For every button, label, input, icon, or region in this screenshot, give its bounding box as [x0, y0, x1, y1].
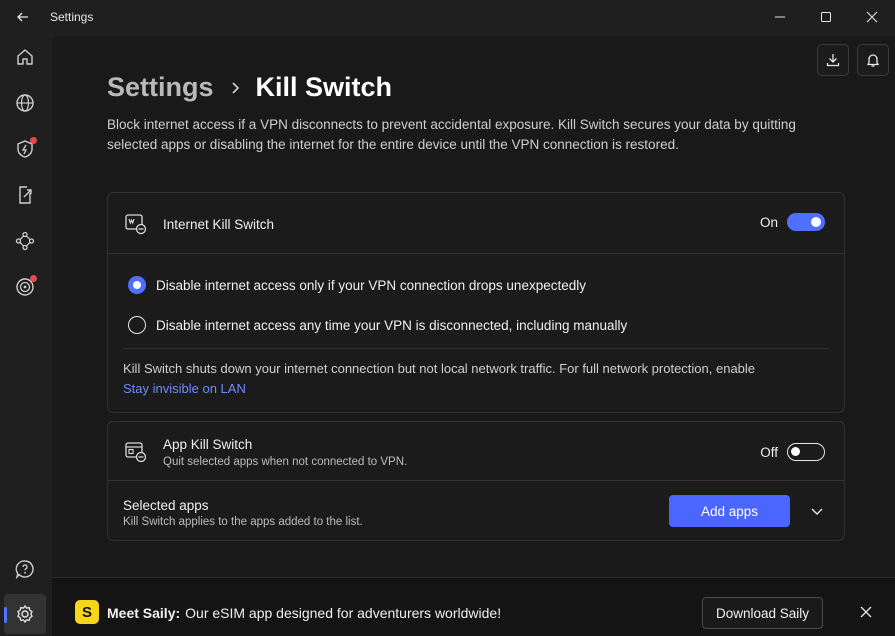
selected-apps-subtitle: Kill Switch applies to the apps added to… [123, 516, 363, 528]
help-icon [15, 560, 34, 579]
breadcrumb: Settings Kill Switch [107, 72, 392, 103]
internet-kill-switch-toggle[interactable] [787, 213, 825, 231]
sidebar [0, 33, 50, 636]
promo-text: Meet Saily: Our eSIM app designed for adv… [107, 605, 501, 621]
option-any-time[interactable]: Disable internet access any time your VP… [128, 316, 627, 334]
download-saily-button[interactable]: Download Saily [702, 597, 823, 629]
globe-block-icon [125, 214, 147, 235]
expand-button[interactable] [808, 502, 826, 520]
close-promo-button[interactable] [856, 602, 876, 622]
promo-banner: S Meet Saily: Our eSIM app designed for a… [52, 577, 895, 636]
back-button[interactable] [0, 0, 46, 33]
app-kill-switch-card: App Kill Switch Quit selected apps when … [107, 421, 845, 541]
internet-kill-switch-state: On [759, 214, 778, 230]
divider [108, 253, 844, 254]
option-unexpected-drop-label: Disable internet access only if your VPN… [156, 277, 586, 293]
saily-logo: S [75, 600, 99, 624]
sidebar-item-file-share[interactable] [4, 175, 46, 215]
alert-dot [30, 137, 37, 144]
radio-unchecked[interactable] [128, 316, 146, 334]
kill-switch-note: Kill Switch shuts down your internet con… [123, 359, 828, 399]
main-panel: Settings Kill Switch Block internet acce… [52, 36, 895, 636]
app-kill-switch-state: Off [760, 444, 778, 460]
divider [108, 480, 844, 481]
sidebar-item-settings[interactable] [4, 594, 46, 634]
page-description: Block internet access if a VPN disconnec… [107, 117, 796, 152]
sidebar-item-dark-web-monitor[interactable] [4, 267, 46, 307]
sidebar-item-meshnet[interactable] [4, 221, 46, 261]
divider [123, 348, 829, 349]
kill-switch-note-text: Kill Switch shuts down your internet con… [123, 361, 756, 376]
option-unexpected-drop[interactable]: Disable internet access only if your VPN… [128, 276, 586, 294]
download-button[interactable] [817, 44, 849, 76]
internet-kill-switch-title: Internet Kill Switch [163, 217, 275, 232]
share-file-icon [19, 186, 32, 204]
add-apps-button[interactable]: Add apps [669, 495, 790, 527]
meshnet-icon [15, 231, 35, 251]
internet-kill-switch-card: Internet Kill Switch On Disable internet… [107, 192, 845, 413]
arrow-left-icon [17, 12, 28, 21]
selected-apps-title: Selected apps [123, 498, 209, 513]
title-bar: Settings [0, 0, 895, 33]
option-any-time-label: Disable internet access any time your VP… [156, 317, 628, 333]
chevron-down-icon [811, 508, 823, 515]
close-icon [860, 606, 872, 618]
home-icon [17, 49, 33, 65]
sidebar-item-threat-protection[interactable] [4, 129, 46, 169]
notifications-button[interactable] [857, 44, 889, 76]
bell-icon [867, 54, 879, 67]
app-kill-switch-subtitle: Quit selected apps when not connected to… [163, 456, 408, 468]
promo-message: Our eSIM app designed for adventurers wo… [185, 605, 502, 621]
close-window-button[interactable] [849, 0, 895, 33]
sidebar-item-servers[interactable] [4, 83, 46, 123]
page-title: Kill Switch [255, 72, 393, 102]
chevron-right-icon [230, 81, 240, 95]
download-icon [826, 54, 840, 67]
stay-invisible-link[interactable]: Stay invisible on LAN [123, 381, 246, 396]
minimize-icon [775, 16, 785, 17]
internet-kill-switch-row: Internet Kill Switch On [108, 193, 844, 253]
sidebar-item-home[interactable] [4, 37, 46, 77]
globe-icon [16, 94, 34, 112]
breadcrumb-parent[interactable]: Settings [107, 72, 214, 103]
radio-checked[interactable] [128, 276, 146, 294]
app-kill-switch-title: App Kill Switch [163, 437, 253, 452]
promo-title: Meet Saily: [107, 605, 181, 621]
app-kill-switch-toggle[interactable] [787, 443, 825, 461]
app-kill-switch-row: App Kill Switch Quit selected apps when … [108, 422, 844, 480]
maximize-icon [821, 11, 831, 22]
window-title: Settings [50, 9, 94, 24]
settings-icon [17, 605, 33, 623]
maximize-button[interactable] [803, 0, 849, 33]
app-block-icon [125, 442, 147, 463]
close-icon [866, 11, 878, 22]
minimize-button[interactable] [757, 0, 803, 33]
alert-dot [30, 275, 37, 282]
sidebar-item-help[interactable] [4, 549, 46, 589]
